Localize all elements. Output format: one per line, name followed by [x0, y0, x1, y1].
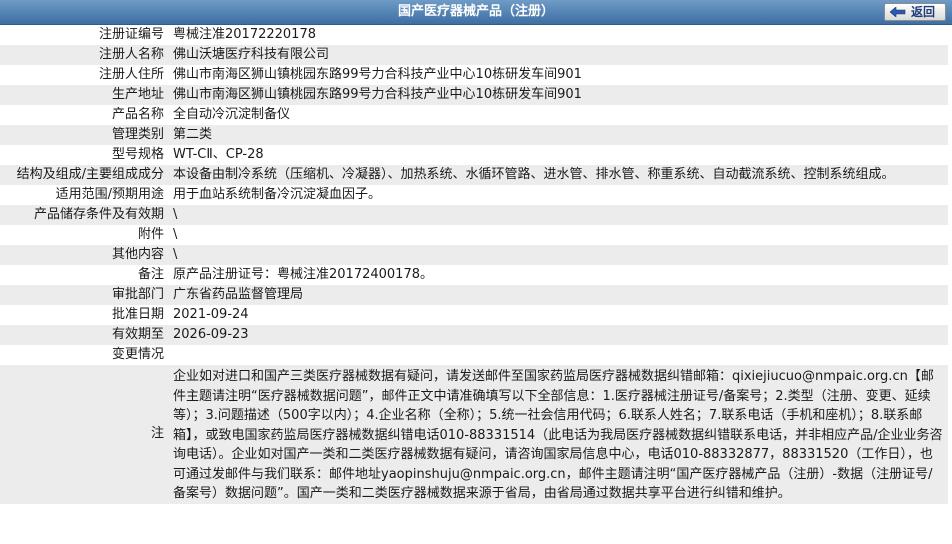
row-label: 注册人住所 — [0, 65, 170, 85]
row-value: 用于血站系统制备冷沉淀凝血因子。 — [170, 185, 948, 205]
row-label: 其他内容 — [0, 245, 170, 265]
row-label: 审批部门 — [0, 285, 170, 305]
table-row: 型号规格 WT-CⅡ、CP-28 — [0, 145, 948, 165]
row-label: 变更情况 — [0, 345, 170, 365]
table-row: 管理类别 第二类 — [0, 125, 948, 145]
row-value: 2026-09-23 — [170, 325, 948, 345]
table-row: 备注 原产品注册证号：粤械注准20172400178。 — [0, 265, 948, 285]
row-label: 批准日期 — [0, 305, 170, 325]
row-value: 全自动冷沉淀制备仪 — [170, 105, 948, 125]
row-label: 产品储存条件及有效期 — [0, 205, 170, 225]
table-row: 注册证编号 粤械注准20172220178 — [0, 25, 948, 45]
row-label: 注册证编号 — [0, 25, 170, 45]
row-value: 本设备由制冷系统（压缩机、冷凝器）、加热系统、水循环管路、进水管、排水管、称重系… — [170, 165, 948, 185]
table-row: 产品名称 全自动冷沉淀制备仪 — [0, 105, 948, 125]
back-button[interactable]: 返回 — [884, 3, 946, 21]
row-value: 广东省药品监督管理局 — [170, 285, 948, 305]
row-value: \ — [170, 225, 948, 245]
table-row: 其他内容 \ — [0, 245, 948, 265]
row-label: 附件 — [0, 225, 170, 245]
row-label: 注册人名称 — [0, 45, 170, 65]
row-value: 佛山沃塘医疗科技有限公司 — [170, 45, 948, 65]
row-value: 粤械注准20172220178 — [170, 25, 948, 45]
row-value: 原产品注册证号：粤械注准20172400178。 — [170, 265, 948, 285]
table-row: 注册人住所 佛山市南海区狮山镇桃园东路99号力合科技产业中心10栋研发车间901 — [0, 65, 948, 85]
row-value: 佛山市南海区狮山镇桃园东路99号力合科技产业中心10栋研发车间901 — [170, 65, 948, 85]
table-row: 适用范围/预期用途 用于血站系统制备冷沉淀凝血因子。 — [0, 185, 948, 205]
notice-row: 注 企业如对进口和国产三类医疗器械数据有疑问，请发送邮件至国家药监局医疗器械数据… — [0, 365, 948, 504]
notice-label: 注 — [0, 365, 170, 504]
row-value: \ — [170, 245, 948, 265]
row-label: 备注 — [0, 265, 170, 285]
table-row: 产品储存条件及有效期 \ — [0, 205, 948, 225]
table-row: 附件 \ — [0, 225, 948, 245]
row-value: WT-CⅡ、CP-28 — [170, 145, 948, 165]
row-label: 型号规格 — [0, 145, 170, 165]
table-row: 注册人名称 佛山沃塘医疗科技有限公司 — [0, 45, 948, 65]
table-row: 结构及组成/主要组成成分 本设备由制冷系统（压缩机、冷凝器）、加热系统、水循环管… — [0, 165, 948, 185]
table-row: 变更情况 — [0, 345, 948, 365]
row-label: 适用范围/预期用途 — [0, 185, 170, 205]
row-label: 生产地址 — [0, 85, 170, 105]
back-arrow-icon — [890, 7, 906, 17]
row-value: \ — [170, 205, 948, 225]
page-title: 国产医疗器械产品（注册） — [397, 4, 554, 19]
row-label: 产品名称 — [0, 105, 170, 125]
row-value: 2021-09-24 — [170, 305, 948, 325]
title-bar: 国产医疗器械产品（注册） 返回 — [0, 0, 952, 25]
detail-table: 注册证编号 粤械注准20172220178 注册人名称 佛山沃塘医疗科技有限公司… — [0, 25, 948, 504]
table-row: 有效期至 2026-09-23 — [0, 325, 948, 345]
table-row: 批准日期 2021-09-24 — [0, 305, 948, 325]
table-row: 审批部门 广东省药品监督管理局 — [0, 285, 948, 305]
row-label: 有效期至 — [0, 325, 170, 345]
table-row: 生产地址 佛山市南海区狮山镇桃园东路99号力合科技产业中心10栋研发车间901 — [0, 85, 948, 105]
back-button-label: 返回 — [911, 5, 936, 19]
row-label: 结构及组成/主要组成成分 — [0, 165, 170, 185]
notice-text: 企业如对进口和国产三类医疗器械数据有疑问，请发送邮件至国家药监局医疗器械数据纠错… — [170, 365, 948, 504]
row-label: 管理类别 — [0, 125, 170, 145]
row-value — [170, 345, 948, 365]
row-value: 第二类 — [170, 125, 948, 145]
row-value: 佛山市南海区狮山镇桃园东路99号力合科技产业中心10栋研发车间901 — [170, 85, 948, 105]
